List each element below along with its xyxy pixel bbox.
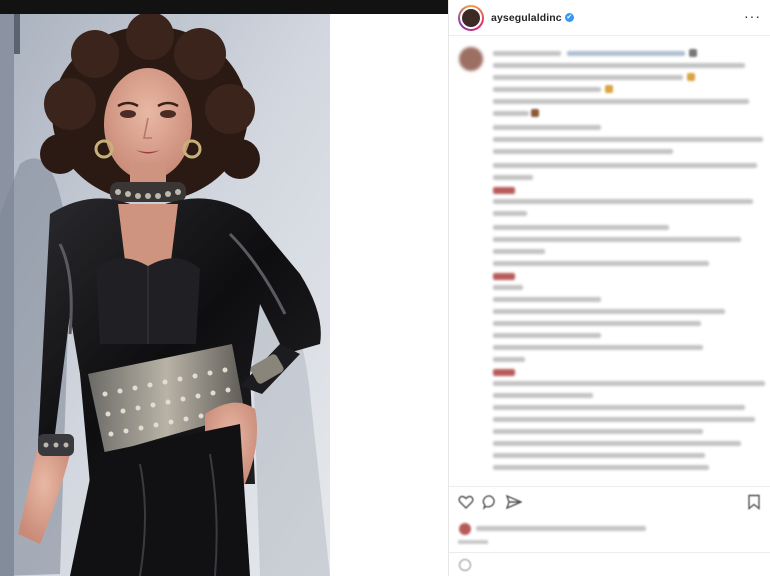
avatar[interactable] <box>458 4 484 31</box>
screenshot-root: aysegulaldinc ✔ ··· <box>0 0 770 576</box>
likes-row <box>449 518 770 548</box>
more-options-icon[interactable]: ··· <box>744 8 761 24</box>
top-dark-bar <box>0 0 448 14</box>
post-side-panel: aysegulaldinc ✔ ··· <box>448 0 770 576</box>
bookmark-icon[interactable] <box>746 494 762 510</box>
photo-gap <box>330 14 448 576</box>
post-header: aysegulaldinc ✔ ··· <box>449 0 770 36</box>
caption-avatar <box>459 47 483 71</box>
username-link[interactable]: aysegulaldinc <box>491 12 562 24</box>
heart-icon[interactable] <box>458 494 474 510</box>
caption-blurred <box>449 37 770 479</box>
liker-avatar <box>459 523 471 535</box>
post-photo[interactable] <box>0 14 330 576</box>
post-actions <box>449 486 770 516</box>
verified-badge-icon: ✔ <box>564 13 574 22</box>
post-date-blurred <box>458 540 488 544</box>
smiley-icon[interactable] <box>459 559 471 571</box>
comment-icon[interactable] <box>482 494 498 510</box>
photo-illustration <box>0 14 330 576</box>
add-comment-row[interactable] <box>449 552 770 576</box>
paper-plane-icon[interactable] <box>506 494 522 510</box>
